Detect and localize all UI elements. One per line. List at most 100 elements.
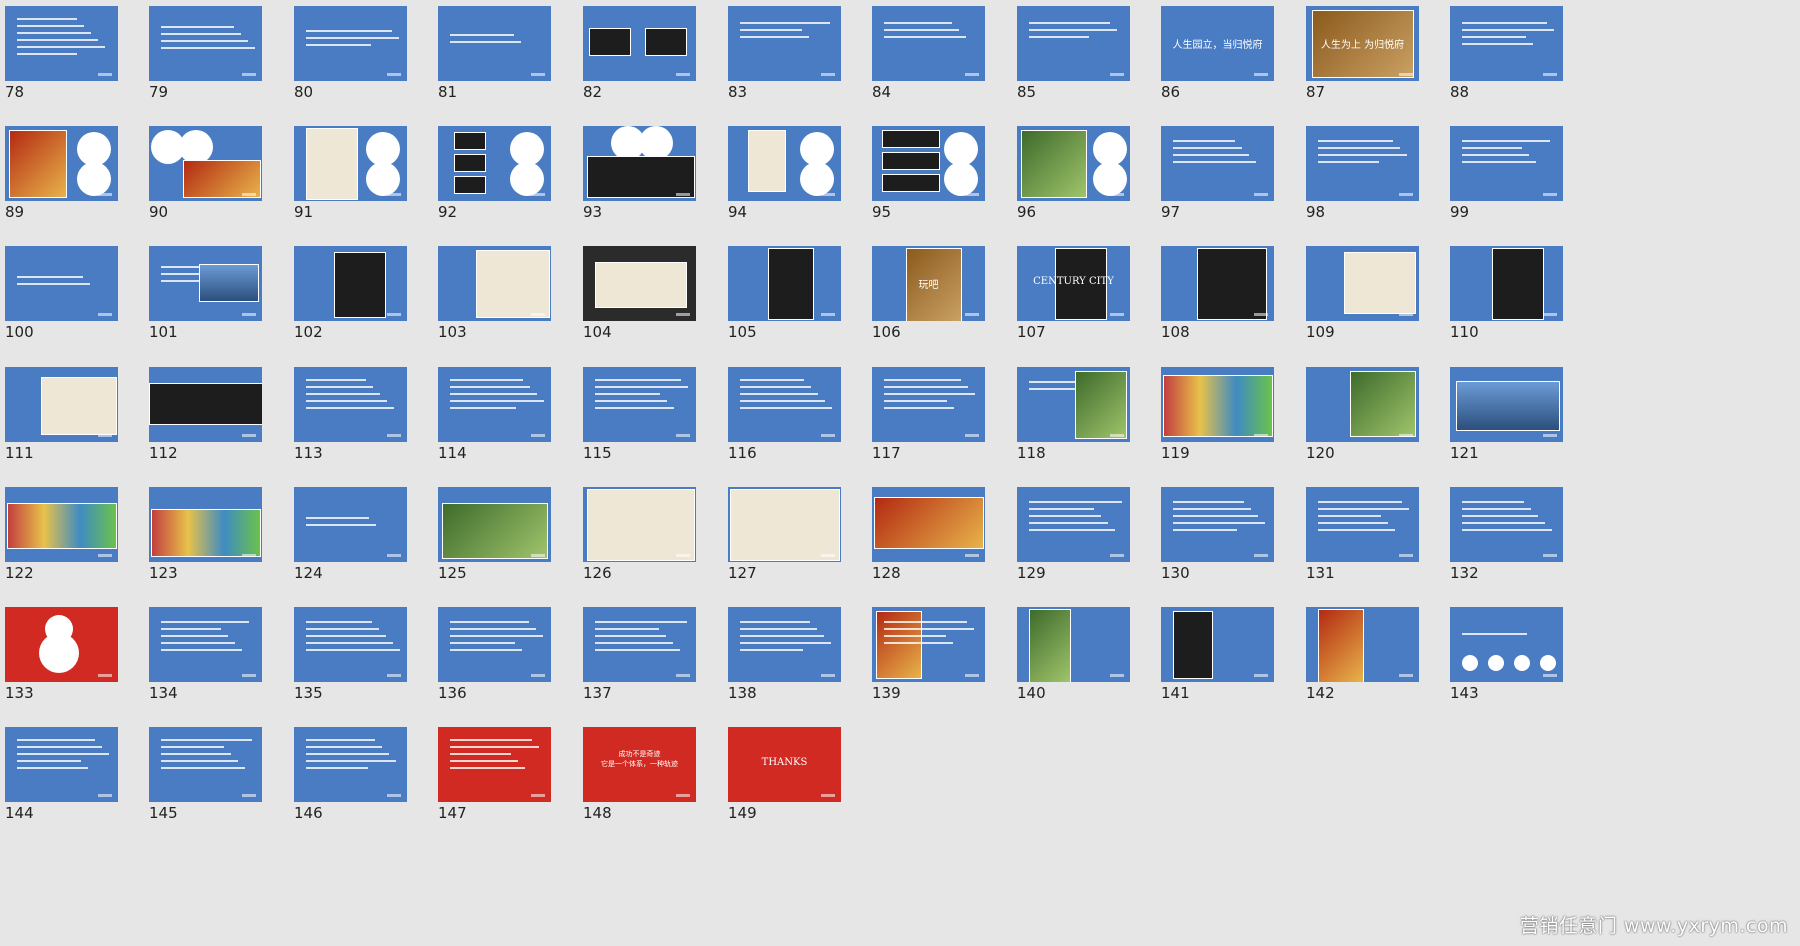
slide-thumbnail[interactable] — [583, 367, 696, 442]
text-line — [595, 628, 659, 630]
text-line — [595, 393, 660, 395]
slide-thumbnail[interactable] — [149, 607, 262, 682]
slide-thumbnail[interactable] — [294, 487, 407, 562]
text-line — [17, 25, 84, 27]
slide-thumbnail[interactable] — [294, 126, 407, 201]
slide-thumbnail[interactable] — [1017, 367, 1130, 442]
slide-thumbnail[interactable] — [872, 367, 985, 442]
slide-thumbnail[interactable] — [583, 607, 696, 682]
slide-thumbnail[interactable] — [1450, 607, 1563, 682]
slide-thumbnail[interactable] — [294, 607, 407, 682]
slide-thumbnail[interactable] — [1161, 126, 1274, 201]
slide-thumbnail[interactable] — [438, 727, 551, 802]
slide-thumbnail[interactable] — [1450, 6, 1563, 81]
slide-thumbnail[interactable] — [1450, 367, 1563, 442]
slide-thumbnail[interactable] — [294, 246, 407, 321]
slide-thumbnail[interactable] — [5, 246, 118, 321]
thumbnail-image — [199, 264, 259, 302]
slide-thumbnail[interactable]: 玩吧 — [872, 246, 985, 321]
slide-number: 119 — [1161, 444, 1190, 462]
text-line — [17, 283, 90, 285]
slide-thumbnail[interactable] — [872, 6, 985, 81]
slide-thumbnail[interactable]: CENTURY CITY — [1017, 246, 1130, 321]
slide-number: 80 — [294, 83, 314, 101]
slide-thumbnail[interactable]: 人生园立，当归悦府 — [1161, 6, 1274, 81]
slide-thumbnail[interactable] — [583, 487, 696, 562]
slide-thumbnail[interactable] — [1306, 246, 1419, 321]
slide-thumbnail[interactable] — [5, 126, 118, 201]
slide-thumbnail[interactable] — [872, 487, 985, 562]
slide-thumbnail[interactable] — [728, 246, 841, 321]
slide-thumbnail[interactable] — [149, 727, 262, 802]
logo-mark — [1254, 193, 1268, 196]
slide-number: 101 — [149, 323, 178, 341]
slide-thumbnail[interactable] — [1017, 607, 1130, 682]
slide-thumbnail[interactable] — [583, 126, 696, 201]
slide-thumbnail[interactable] — [149, 126, 262, 201]
slide-thumbnail[interactable] — [1161, 246, 1274, 321]
slide-number: 95 — [872, 203, 892, 221]
logo-mark — [1254, 554, 1268, 557]
slide-thumbnail[interactable] — [728, 6, 841, 81]
thumbnail-image — [454, 154, 486, 172]
slide-number: 90 — [149, 203, 169, 221]
slide-number: 136 — [438, 684, 467, 702]
slide-thumbnail[interactable]: 成功不是奇迹 它是一个体系，一种轨迹 — [583, 727, 696, 802]
text-line — [450, 739, 532, 741]
slide-thumbnail[interactable] — [438, 607, 551, 682]
slide-thumbnail[interactable] — [1306, 487, 1419, 562]
slide-thumbnail[interactable] — [1161, 487, 1274, 562]
slide-thumbnail[interactable] — [5, 6, 118, 81]
slide-thumbnail[interactable] — [1450, 246, 1563, 321]
slide-thumbnail[interactable] — [1017, 487, 1130, 562]
slide-thumbnail[interactable] — [728, 487, 841, 562]
slide-thumbnail[interactable] — [5, 607, 118, 682]
logo-mark — [242, 193, 256, 196]
thumbnail-image — [587, 156, 695, 198]
slide-thumbnail[interactable] — [1161, 607, 1274, 682]
slide-thumbnail[interactable] — [1017, 126, 1130, 201]
slide-thumbnail[interactable] — [149, 6, 262, 81]
slide-thumbnail[interactable] — [1161, 367, 1274, 442]
slide-thumbnail[interactable] — [728, 126, 841, 201]
slide-thumbnail[interactable] — [5, 367, 118, 442]
slide-thumbnail[interactable] — [1306, 126, 1419, 201]
slide-thumbnail[interactable] — [438, 126, 551, 201]
slide-thumbnail[interactable] — [583, 246, 696, 321]
slide-thumbnail[interactable] — [1306, 367, 1419, 442]
thumbnail-image — [874, 497, 984, 549]
logo-mark — [1399, 193, 1413, 196]
slide-thumbnail[interactable] — [438, 6, 551, 81]
slide-thumbnail[interactable] — [728, 607, 841, 682]
slide-thumbnail[interactable] — [5, 727, 118, 802]
slide-thumbnail[interactable] — [1017, 6, 1130, 81]
slide-thumbnail[interactable] — [583, 6, 696, 81]
slide-thumbnail[interactable] — [438, 487, 551, 562]
text-line — [17, 753, 109, 755]
slide-thumbnail[interactable] — [872, 126, 985, 201]
slide-thumbnail[interactable]: 人生为上 为归悦府 — [1306, 6, 1419, 81]
slide-number: 102 — [294, 323, 323, 341]
slide-thumbnail[interactable] — [149, 367, 262, 442]
slide-thumbnail[interactable] — [294, 6, 407, 81]
slide-thumbnail[interactable]: THANKS — [728, 727, 841, 802]
slide-thumbnail[interactable] — [294, 727, 407, 802]
slide-thumbnail[interactable] — [1450, 487, 1563, 562]
slide-thumbnail[interactable] — [438, 246, 551, 321]
slide-thumbnail[interactable] — [728, 367, 841, 442]
slide-thumbnail[interactable] — [1306, 607, 1419, 682]
slide-thumbnail[interactable] — [294, 367, 407, 442]
text-line — [306, 393, 380, 395]
slide-thumbnail[interactable] — [1450, 126, 1563, 201]
logo-mark — [242, 674, 256, 677]
text-line — [17, 18, 77, 20]
slide-thumbnail[interactable] — [872, 607, 985, 682]
text-line — [1029, 501, 1122, 503]
slide-thumbnail[interactable] — [5, 487, 118, 562]
slide-thumbnail[interactable] — [438, 367, 551, 442]
text-line — [161, 746, 224, 748]
slide-thumbnail[interactable] — [149, 246, 262, 321]
slide-number: 134 — [149, 684, 178, 702]
logo-mark — [98, 434, 112, 437]
slide-thumbnail[interactable] — [149, 487, 262, 562]
